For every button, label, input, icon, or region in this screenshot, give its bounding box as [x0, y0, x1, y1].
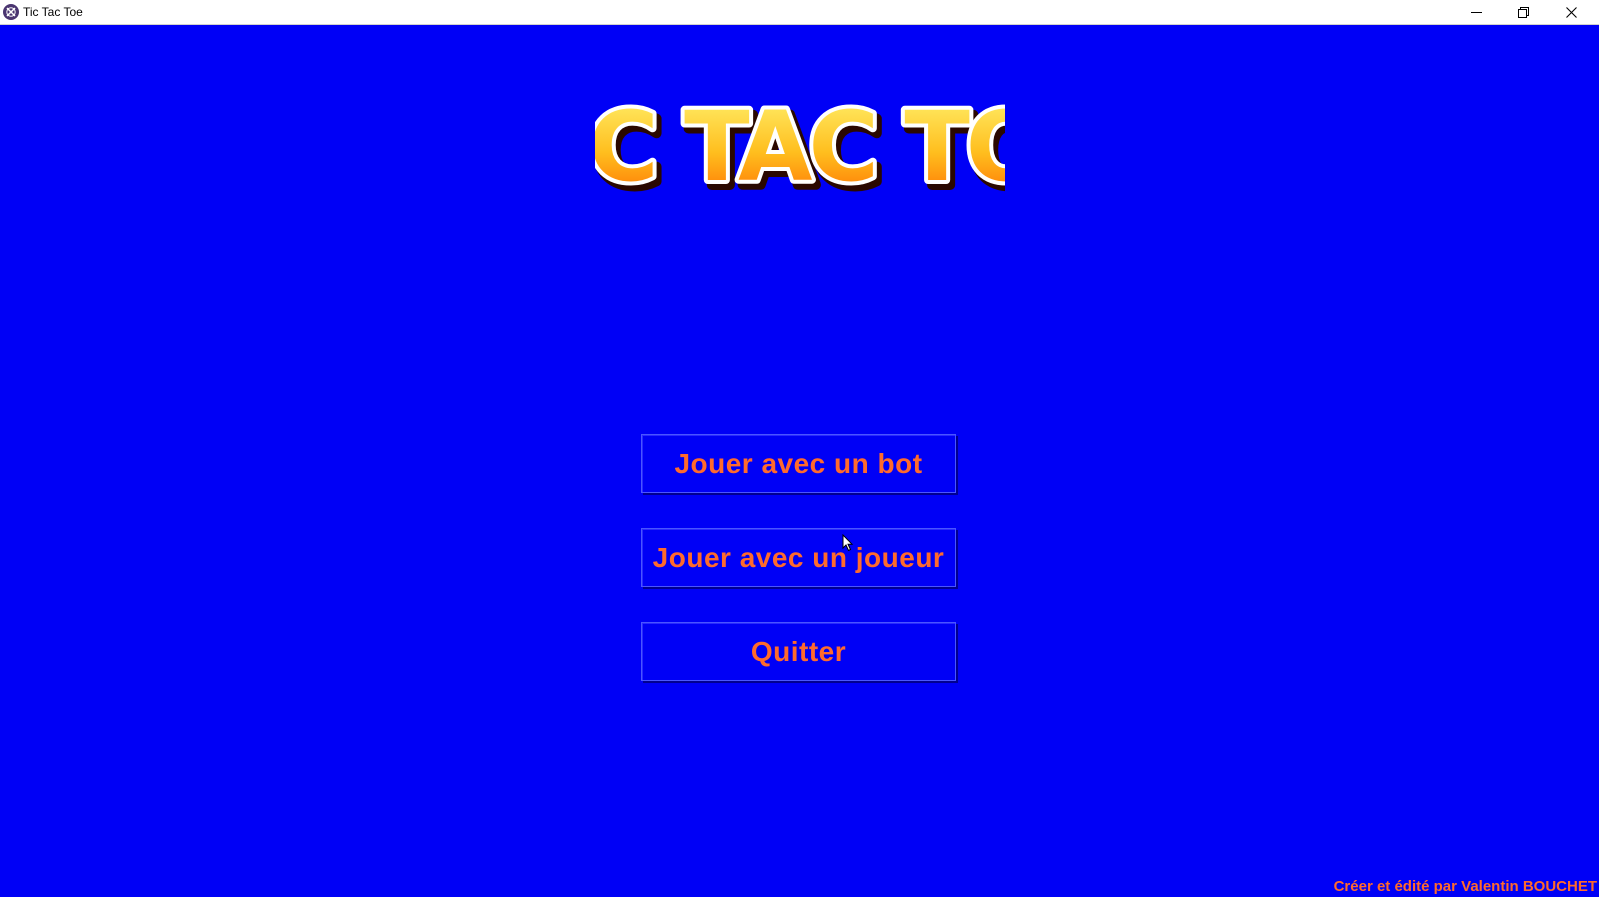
maximize-icon [1517, 6, 1529, 18]
game-logo: TIC TAC TOE TIC TAC TOE TIC TAC TOE [595, 87, 1005, 198]
app-icon [3, 4, 19, 20]
maximize-button[interactable] [1500, 0, 1546, 24]
play-player-button[interactable]: Jouer avec un joueur [641, 528, 956, 587]
mouse-cursor-icon [842, 534, 854, 552]
quit-button[interactable]: Quitter [641, 622, 956, 681]
play-player-label: Jouer avec un joueur [652, 541, 945, 573]
quit-label: Quitter [750, 635, 847, 667]
credits-text: Créer et édité par Valentin BOUCHET [1333, 878, 1597, 895]
close-button[interactable] [1548, 0, 1594, 24]
minimize-icon [1470, 11, 1482, 13]
window-title: Tic Tac Toe [23, 5, 83, 19]
logo-text: TIC TAC TOE [595, 91, 1005, 198]
game-window: Tic Tac Toe TIC TAC TOE T [0, 0, 1599, 897]
close-icon [1565, 6, 1577, 18]
play-bot-label: Jouer avec un bot [674, 447, 923, 479]
play-bot-button[interactable]: Jouer avec un bot [641, 434, 956, 493]
minimize-button[interactable] [1453, 0, 1499, 24]
title-bar: Tic Tac Toe [0, 0, 1599, 25]
